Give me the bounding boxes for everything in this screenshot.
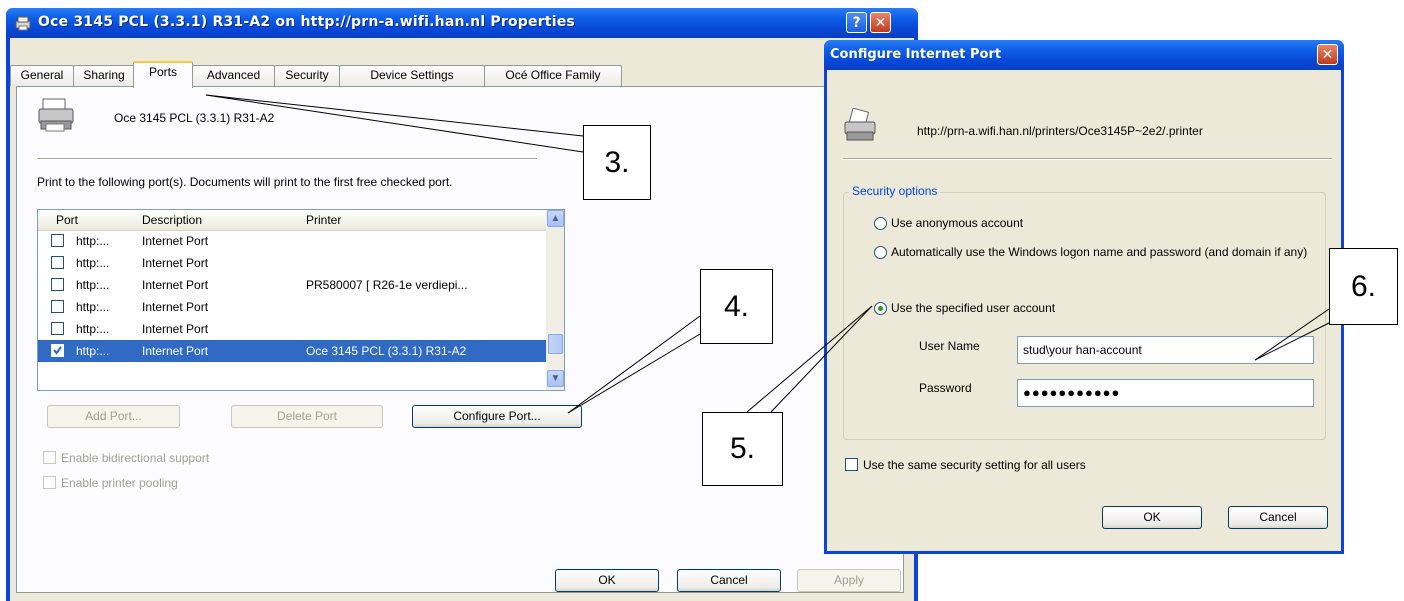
port-checkbox[interactable] xyxy=(51,322,64,335)
scroll-up-icon[interactable]: ▲ xyxy=(547,210,564,227)
callout-4: 4. xyxy=(700,269,773,344)
tab-device-settings[interactable]: Device Settings xyxy=(339,65,485,86)
radio-button-selected[interactable] xyxy=(874,302,887,315)
description-cell: Internet Port xyxy=(142,256,209,270)
security-options-label: Security options xyxy=(849,184,941,198)
radio-button[interactable] xyxy=(874,246,887,259)
password-field[interactable]: ●●●●●●●●●●● xyxy=(1017,379,1314,407)
add-port-button[interactable]: Add Port... xyxy=(47,405,180,428)
printer-icon xyxy=(15,16,31,31)
description-cell: Internet Port xyxy=(142,234,209,248)
description-cell: Internet Port xyxy=(142,344,209,358)
tab-oce-office-family[interactable]: Océ Office Family xyxy=(484,65,622,86)
port-cell: http:... xyxy=(76,278,110,292)
port-row[interactable]: http:... Internet Port PR580007 [ R26-1e… xyxy=(38,274,546,296)
separator xyxy=(843,158,1332,160)
ok-button[interactable]: OK xyxy=(1102,506,1202,529)
callout-6: 6. xyxy=(1329,248,1398,325)
list-header: Port Description Printer xyxy=(38,210,546,231)
port-cell: http:... xyxy=(76,256,110,270)
tab-general[interactable]: General xyxy=(10,65,74,86)
checkbox-box[interactable] xyxy=(43,451,56,464)
tab-sharing[interactable]: Sharing xyxy=(73,65,135,86)
port-row[interactable]: http:... Internet Port xyxy=(38,252,546,274)
ok-button[interactable]: OK xyxy=(555,569,659,592)
port-checkbox[interactable] xyxy=(51,234,64,247)
column-header-port[interactable]: Port xyxy=(56,213,78,227)
scroll-down-icon[interactable]: ▼ xyxy=(547,370,564,387)
user-name-field[interactable]: stud\your han-account xyxy=(1017,336,1314,364)
user-name-label: User Name xyxy=(919,339,980,353)
column-header-printer[interactable]: Printer xyxy=(306,213,341,227)
checkbox-box[interactable] xyxy=(845,458,858,471)
port-row[interactable]: http:... Internet Port xyxy=(38,296,546,318)
pooling-checkbox[interactable]: Enable printer pooling xyxy=(43,476,178,490)
window-title: Oce 3145 PCL (3.3.1) R31-A2 on http://pr… xyxy=(38,14,575,30)
anonymous-account-radio[interactable]: Use anonymous account xyxy=(874,216,1274,232)
configure-port-button[interactable]: Configure Port... xyxy=(412,405,582,428)
printer-cell: PR580007 [ R26-1e verdiepi... xyxy=(306,278,468,292)
scroll-thumb[interactable] xyxy=(548,334,563,354)
column-header-description[interactable]: Description xyxy=(142,213,202,227)
close-button[interactable]: ✕ xyxy=(1317,44,1338,65)
checkmark-icon xyxy=(53,346,62,355)
configure-internet-port-dialog: Configure Internet Port ✕ http://prn-a.w… xyxy=(824,40,1344,554)
ports-instructions: Print to the following port(s). Document… xyxy=(37,175,453,189)
radio-label: Use the specified user account xyxy=(891,301,1056,315)
port-cell: http:... xyxy=(76,234,110,248)
port-checkbox[interactable] xyxy=(51,256,64,269)
callout-3: 3. xyxy=(583,125,651,200)
radio-label: Use anonymous account xyxy=(891,216,1024,230)
tab-security[interactable]: Security xyxy=(274,65,340,86)
checkbox-label: Enable printer pooling xyxy=(61,476,178,490)
dialog-body: http://prn-a.wifi.han.nl/printers/Oce314… xyxy=(827,70,1341,551)
port-checkbox[interactable] xyxy=(51,278,64,291)
separator xyxy=(37,158,537,160)
same-security-checkbox[interactable]: Use the same security setting for all us… xyxy=(845,458,1086,472)
description-cell: Internet Port xyxy=(142,322,209,336)
help-button[interactable]: ? xyxy=(846,12,867,33)
port-cell: http:... xyxy=(76,300,110,314)
ports-list-scrollbar[interactable]: ▲ ▼ xyxy=(546,210,564,390)
description-cell: Internet Port xyxy=(142,300,209,314)
cancel-button[interactable]: Cancel xyxy=(1228,506,1328,529)
callout-5: 5. xyxy=(702,412,783,486)
checkbox-label: Enable bidirectional support xyxy=(61,451,210,465)
tab-ports[interactable]: Ports xyxy=(133,61,193,88)
radio-label: Automatically use the Windows logon name… xyxy=(891,245,1308,259)
printer-name: Oce 3145 PCL (3.3.1) R31-A2 xyxy=(114,111,275,125)
port-row[interactable]: http:... Internet Port xyxy=(38,318,546,340)
ports-list[interactable]: Port Description Printer http:... Intern… xyxy=(37,209,565,391)
port-checkbox[interactable] xyxy=(51,300,64,313)
radio-button[interactable] xyxy=(874,217,887,230)
specified-account-radio[interactable]: Use the specified user account xyxy=(874,301,1274,317)
delete-port-button[interactable]: Delete Port xyxy=(231,405,383,428)
port-cell: http:... xyxy=(76,322,110,336)
tab-advanced[interactable]: Advanced xyxy=(192,65,275,86)
printer-icon xyxy=(38,98,74,132)
dialog-title-bar[interactable]: Configure Internet Port ✕ xyxy=(824,40,1344,70)
checkbox-box[interactable] xyxy=(43,476,56,489)
apply-button[interactable]: Apply xyxy=(797,569,901,592)
port-checkbox-checked[interactable] xyxy=(51,344,64,357)
dialog-title: Configure Internet Port xyxy=(830,47,1002,62)
checkbox-label: Use the same security setting for all us… xyxy=(863,458,1086,472)
port-cell: http:... xyxy=(76,344,110,358)
port-row-selected[interactable]: http:... Internet Port Oce 3145 PCL (3.3… xyxy=(38,340,546,362)
printer-url: http://prn-a.wifi.han.nl/printers/Oce314… xyxy=(917,124,1203,138)
description-cell: Internet Port xyxy=(142,278,209,292)
printer-cell: Oce 3145 PCL (3.3.1) R31-A2 xyxy=(306,344,467,358)
password-label: Password xyxy=(919,381,972,395)
window-body: General Sharing Ports Advanced Security … xyxy=(10,38,914,601)
printer-properties-window: Oce 3145 PCL (3.3.1) R31-A2 on http://pr… xyxy=(6,8,918,601)
windows-logon-radio[interactable]: Automatically use the Windows logon name… xyxy=(874,245,1314,277)
bidirectional-checkbox[interactable]: Enable bidirectional support xyxy=(43,451,209,465)
printer-network-icon xyxy=(844,108,876,141)
close-button[interactable]: ✕ xyxy=(870,12,891,33)
port-row[interactable]: http:... Internet Port xyxy=(38,230,546,252)
title-bar[interactable]: Oce 3145 PCL (3.3.1) R31-A2 on http://pr… xyxy=(6,8,918,38)
cancel-button[interactable]: Cancel xyxy=(677,569,781,592)
